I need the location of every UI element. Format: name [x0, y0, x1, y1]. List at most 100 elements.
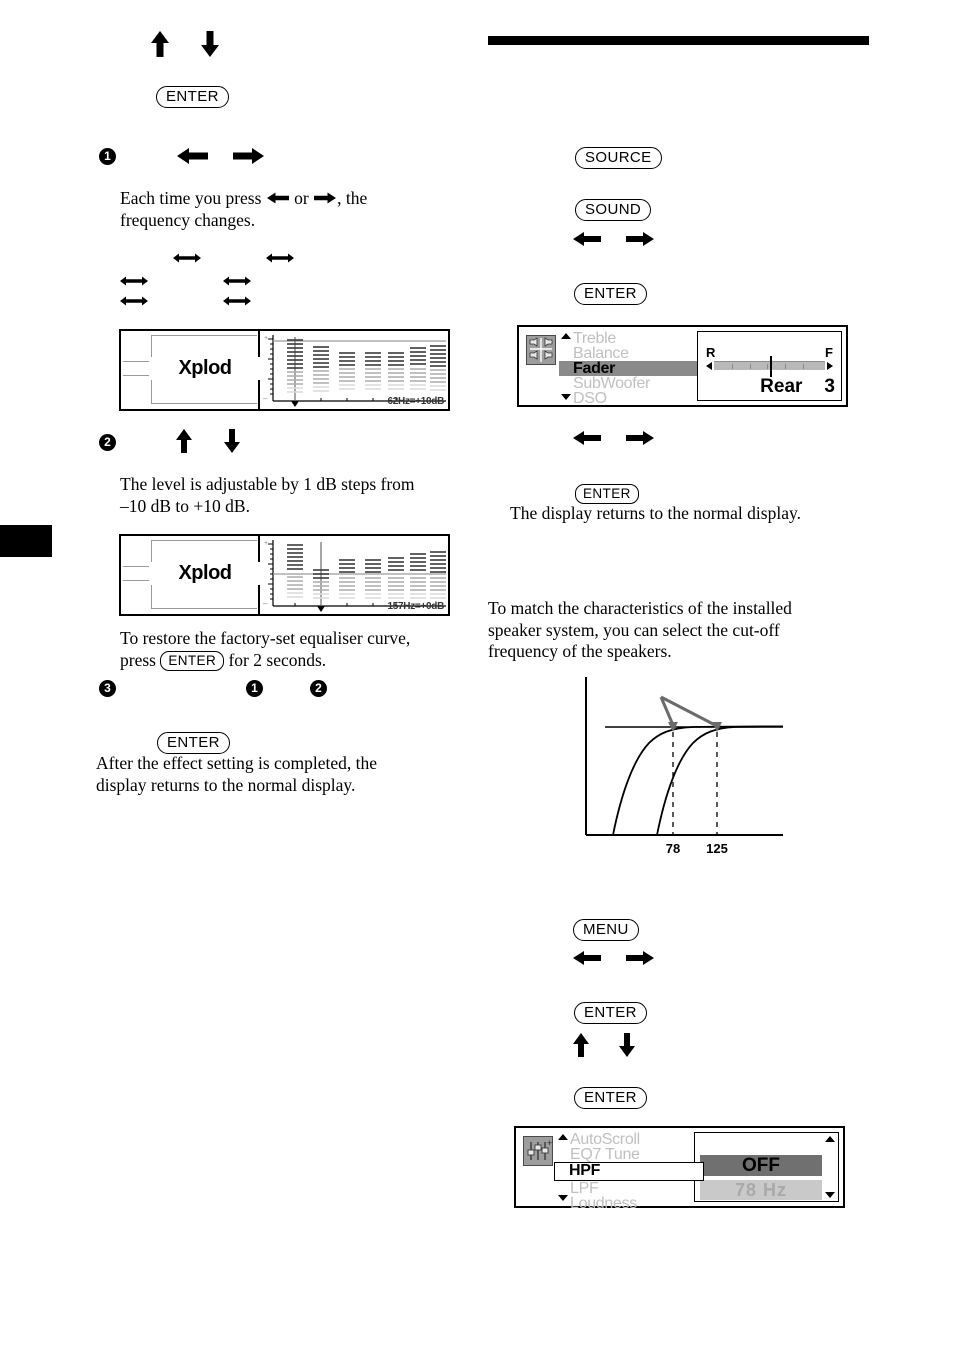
fader-menu-list[interactable]: Treble Balance Fader SubWoofer DSO	[559, 331, 697, 407]
hpf-value-selected[interactable]: OFF	[700, 1155, 822, 1176]
fader-display-panel: Treble Balance Fader SubWoofer DSO R F R…	[517, 325, 848, 407]
eq-readout-2: 157Hz=+0dB	[387, 601, 445, 612]
menu-item-treble[interactable]: Treble	[559, 331, 697, 347]
menu-item-dso[interactable]: DSO	[559, 391, 697, 407]
fader-left-label: R	[706, 345, 716, 360]
step1-body-text-c: , the	[337, 188, 368, 208]
chart-tick-label-2: 125	[706, 841, 728, 856]
menu-item-subwoofer[interactable]: SubWoofer	[559, 376, 697, 392]
menu-item-autoscroll[interactable]: AutoScroll	[556, 1132, 694, 1148]
arrow-left-right-icon	[172, 251, 202, 269]
arrow-up-icon[interactable]	[149, 30, 171, 63]
sound-button[interactable]: SOUND	[575, 199, 652, 221]
enter-button-menu[interactable]: ENTER	[574, 1002, 647, 1024]
fader-readout-value: 3	[824, 376, 835, 397]
hpf-display-panel: + AutoScroll EQ7 Tune HPF LPF Loudness O…	[514, 1126, 845, 1212]
equalizer-settings-icon: +	[523, 1136, 553, 1166]
restore-tail-text: for 2 seconds.	[228, 649, 327, 670]
menu-item-loudness[interactable]: Loudness	[556, 1196, 694, 1212]
step2-body: The level is adjustable by 1 dB steps fr…	[120, 474, 465, 517]
arrow-left-right-icon	[119, 274, 149, 292]
svg-text:+: +	[547, 1138, 552, 1148]
arrow-down-icon[interactable]	[199, 30, 221, 63]
brand-label: Xplod	[149, 357, 261, 380]
eq-display-panel-2: Xplod + – 157Hz=+0dB	[119, 534, 450, 616]
menu-item-hpf[interactable]: HPF	[554, 1162, 704, 1181]
fader-slider[interactable]: R F	[706, 345, 833, 377]
enter-button-hpf[interactable]: ENTER	[574, 1087, 647, 1109]
slider-knob[interactable]	[769, 356, 772, 377]
menu-button[interactable]: MENU	[573, 919, 639, 941]
eq-display-panel-1: Xplod + – 62Hz=+10dB	[119, 329, 450, 411]
arrow-left-icon[interactable]	[572, 948, 602, 973]
menu-item-balance[interactable]: Balance	[559, 346, 697, 362]
arrow-right-icon[interactable]	[625, 229, 655, 254]
arrow-left-right-icon	[222, 274, 252, 292]
step1-body-text-a: Each time you press	[120, 188, 262, 208]
fader-readout-label: Rear	[760, 376, 803, 397]
menu-item-fader[interactable]: Fader	[559, 361, 697, 377]
eq-brand-area: Xplod	[121, 536, 261, 614]
arrow-right-icon[interactable]	[625, 428, 655, 453]
arrow-left-icon[interactable]	[572, 428, 602, 453]
restore-paragraph: To restore the factory-set equaliser cur…	[120, 628, 470, 671]
intro-line-1: To match the characteristics of the inst…	[488, 598, 792, 618]
intro-line-3: frequency of the speakers.	[488, 641, 672, 661]
eq-readout-1: 62Hz=+10dB	[387, 396, 445, 407]
eq-brand-area: Xplod	[121, 331, 261, 409]
eq-graph-area: + –	[260, 536, 448, 614]
slider-track[interactable]	[714, 356, 825, 377]
restore-line-1: To restore the factory-set equaliser cur…	[120, 628, 411, 648]
svg-text:–: –	[263, 599, 268, 608]
fader-right-label: F	[825, 345, 833, 360]
final-body-line1: After the effect setting is completed, t…	[96, 753, 378, 773]
hpf-menu-list[interactable]: AutoScroll EQ7 Tune HPF LPF Loudness	[554, 1132, 704, 1212]
scroll-up-icon[interactable]	[558, 1134, 568, 1140]
enter-button-fader-confirm[interactable]: ENTER	[575, 484, 639, 504]
scroll-down-icon[interactable]	[561, 394, 571, 400]
arrow-right-icon[interactable]	[232, 146, 265, 171]
enter-button[interactable]: ENTER	[156, 86, 229, 108]
scroll-up-icon[interactable]	[561, 333, 571, 339]
svg-text:+: +	[264, 335, 268, 342]
arrow-down-icon[interactable]	[617, 1032, 637, 1063]
menu-item-lpf[interactable]: LPF	[556, 1181, 694, 1197]
brand-label: Xplod	[149, 562, 261, 585]
step2-body-line1: The level is adjustable by 1 dB steps fr…	[120, 474, 415, 494]
hpf-value-area: OFF 78 Hz	[694, 1132, 839, 1202]
enter-button-sound[interactable]: ENTER	[574, 283, 647, 305]
arrow-right-icon-inline	[313, 191, 337, 205]
arrow-right-icon[interactable]	[625, 948, 655, 973]
step2-body-line2: –10 dB to +10 dB.	[120, 495, 250, 516]
final-body-line2: display returns to the normal display.	[96, 774, 356, 795]
arrow-left-icon-inline	[266, 191, 290, 205]
arrow-up-icon[interactable]	[571, 1032, 591, 1063]
cutoff-frequency-chart: 78 125	[583, 675, 795, 860]
chart-tick-label-1: 78	[666, 841, 680, 856]
value-scroll-up-icon[interactable]	[825, 1136, 835, 1142]
value-scroll-down-icon[interactable]	[825, 1192, 835, 1198]
enter-button-restore[interactable]: ENTER	[160, 650, 225, 671]
arrow-left-icon[interactable]	[176, 146, 209, 171]
slider-right-arrow-icon[interactable]	[827, 361, 833, 370]
source-button[interactable]: SOURCE	[575, 147, 662, 169]
eq-graph-area: + –	[260, 331, 448, 409]
scroll-down-icon[interactable]	[558, 1195, 568, 1201]
enter-button-final[interactable]: ENTER	[157, 732, 230, 754]
menu-item-eq7tune[interactable]: EQ7 Tune	[556, 1147, 694, 1163]
step-number-2: 2	[99, 434, 116, 451]
arrow-left-icon[interactable]	[572, 229, 602, 254]
arrow-down-icon[interactable]	[222, 428, 242, 459]
step-number-3: 3	[99, 680, 116, 697]
intro-line-2: speaker system, you can select the cut-o…	[488, 619, 780, 640]
final-paragraph: After the effect setting is completed, t…	[96, 753, 456, 796]
step1-body: Each time you press or , the frequency c…	[120, 188, 460, 231]
step-ref-1: 1	[246, 680, 263, 697]
hpf-value-next[interactable]: 78 Hz	[700, 1180, 822, 1200]
slider-left-arrow-icon[interactable]	[706, 361, 712, 370]
step1-body-text-b: or	[294, 188, 309, 208]
cutoff-intro-paragraph: To match the characteristics of the inst…	[488, 598, 873, 663]
speaker-fader-icon	[526, 335, 556, 365]
arrow-up-icon[interactable]	[174, 428, 194, 459]
arrow-left-right-icon	[222, 294, 252, 312]
